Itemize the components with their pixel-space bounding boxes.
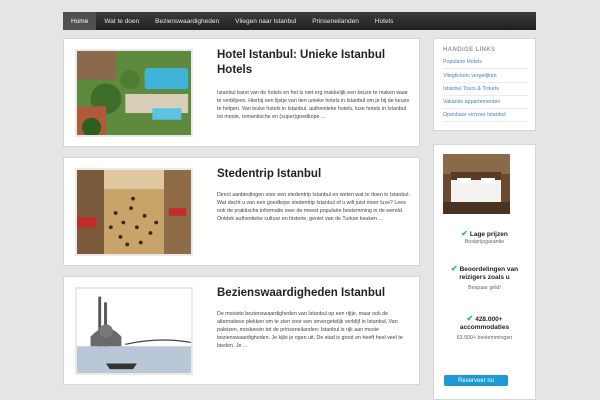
mosque-image bbox=[77, 289, 191, 373]
feature-subtitle: Bespaar geld! bbox=[468, 285, 501, 291]
post-card: Stedentrip Istanbul Direct aanbiedingen … bbox=[63, 157, 420, 266]
sidebar-links-box: HANDIGE LINKS Populaire Hotels Vliegtick… bbox=[433, 38, 536, 131]
feature-reviews: ✔ Beoordelingen van reizigers zoals u Bes… bbox=[434, 265, 535, 292]
street-crowd-image bbox=[77, 170, 191, 254]
post-title[interactable]: Bezienswaardigheden Istanbul bbox=[217, 286, 412, 301]
bedroom-image bbox=[443, 154, 510, 214]
post-excerpt: Direct aanbiedingen voor een stedentrip … bbox=[217, 192, 410, 222]
post-title[interactable]: Stedentrip Istanbul bbox=[217, 167, 412, 182]
nav-vliegen[interactable]: Vliegen naar Istanbul bbox=[227, 12, 304, 30]
sidebar-links-title: HANDIGE LINKS bbox=[443, 47, 496, 53]
nav-home[interactable]: Home bbox=[63, 12, 97, 30]
sidebar-link[interactable]: Openbaar vervoer Istanbul bbox=[443, 112, 528, 122]
feature-subtitle: Bestprijsgarantie bbox=[464, 239, 505, 245]
feature-title: Beoordelingen van reizigers zoals u bbox=[459, 266, 519, 281]
booking-ad-box: ✔ Lage prijzen Bestprijsgarantie ✔ Beoorde… bbox=[433, 144, 536, 400]
hotel-pool-image bbox=[77, 51, 191, 135]
feature-subtitle: 63.500+ bestemmingen bbox=[456, 335, 513, 341]
nav-bezienswaardigheden[interactable]: Bezienswaardigheden bbox=[147, 12, 227, 30]
post-excerpt: De mooiste bezienswaardigheden van Istan… bbox=[217, 311, 403, 349]
post-thumbnail[interactable] bbox=[75, 287, 193, 375]
main-nav: Home Wat te doen Bezienswaardigheden Vli… bbox=[63, 12, 536, 30]
sidebar-link[interactable]: Vakantie appartementen bbox=[443, 99, 528, 109]
nav-prinseneilanden[interactable]: Prinseneilanden bbox=[304, 12, 367, 30]
sidebar-link[interactable]: Populaire Hotels bbox=[443, 59, 528, 69]
post-thumbnail[interactable] bbox=[75, 168, 193, 256]
checkmark-icon: ✔ bbox=[450, 264, 458, 273]
nav-wat-te-doen[interactable]: Wat te doen bbox=[96, 12, 147, 30]
post-excerpt: Istanbul barst van de hotels en het is n… bbox=[217, 90, 410, 120]
post-card: Bezienswaardigheden Istanbul De mooiste … bbox=[63, 276, 420, 385]
sidebar-link[interactable]: Vliegtickets vergelijken bbox=[443, 73, 528, 83]
feature-accommodations: ✔ 428.000+ accommodaties 63.500+ bestemmi… bbox=[434, 315, 535, 342]
post-title[interactable]: Hotel Istanbul: Unieke Istanbul Hotels bbox=[217, 48, 412, 78]
post-card: Hotel Istanbul: Unieke Istanbul Hotels I… bbox=[63, 38, 420, 147]
checkmark-icon: ✔ bbox=[466, 314, 474, 323]
checkmark-icon: ✔ bbox=[461, 229, 468, 238]
hotel-room-image[interactable] bbox=[443, 154, 510, 214]
nav-hotels[interactable]: Hotels bbox=[367, 12, 401, 30]
post-thumbnail[interactable] bbox=[75, 49, 193, 137]
feature-title: Lage prijzen bbox=[469, 231, 508, 238]
sidebar-link[interactable]: Istanbul Tours & Tickets bbox=[443, 86, 528, 96]
feature-low-prices: ✔ Lage prijzen Bestprijsgarantie bbox=[434, 230, 535, 246]
reserve-button[interactable]: Reserveer nu bbox=[444, 375, 508, 386]
